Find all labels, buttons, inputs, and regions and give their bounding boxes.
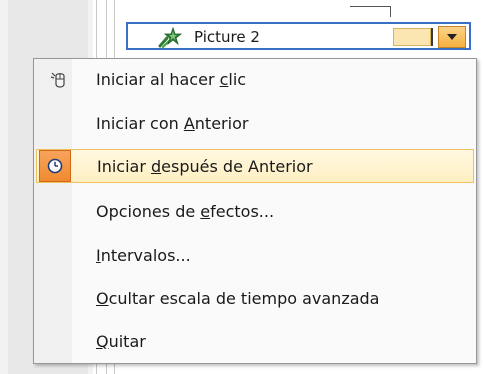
timing-bar[interactable]: [393, 28, 431, 46]
menu-item-effect-options[interactable]: Opciones de efectos...: [36, 195, 474, 229]
menu-item-label: Iniciar al hacer clic: [96, 70, 247, 89]
timeline-bracket: [350, 6, 391, 17]
menu-item-hide-advanced-timeline[interactable]: Ocultar escala de tiempo avanzada: [36, 282, 474, 316]
timing-bar-edge: [431, 28, 433, 46]
clock-icon: [47, 158, 63, 174]
menu-item-timing[interactable]: Intervalos...: [36, 239, 474, 273]
clock-icon-box: [39, 150, 71, 182]
menu-item-label: Opciones de efectos...: [96, 202, 275, 221]
menu-item-start-with-previous[interactable]: Iniciar con Anterior: [36, 107, 474, 141]
context-menu: Iniciar al hacer clic Iniciar con Anteri…: [33, 58, 477, 364]
menu-item-start-on-click[interactable]: Iniciar al hacer clic: [36, 63, 474, 97]
chevron-down-icon: [447, 34, 457, 40]
mouse-icon: [50, 70, 70, 90]
menu-item-label: Intervalos...: [96, 246, 191, 265]
star-effect-icon: [158, 26, 183, 48]
menu-item-remove[interactable]: Quitar: [36, 325, 474, 359]
animation-item-label: Picture 2: [194, 28, 260, 46]
menu-item-label: Iniciar con Anterior: [96, 114, 249, 133]
menu-item-start-after-previous[interactable]: Iniciar después de Anterior: [36, 149, 474, 183]
menu-item-label: Iniciar después de Anterior: [97, 157, 313, 176]
animation-item-picture-2[interactable]: Picture 2: [126, 22, 471, 50]
menu-item-label: Quitar: [96, 332, 146, 351]
animation-dropdown-button[interactable]: [438, 26, 466, 48]
menu-item-label: Ocultar escala de tiempo avanzada: [96, 289, 380, 308]
